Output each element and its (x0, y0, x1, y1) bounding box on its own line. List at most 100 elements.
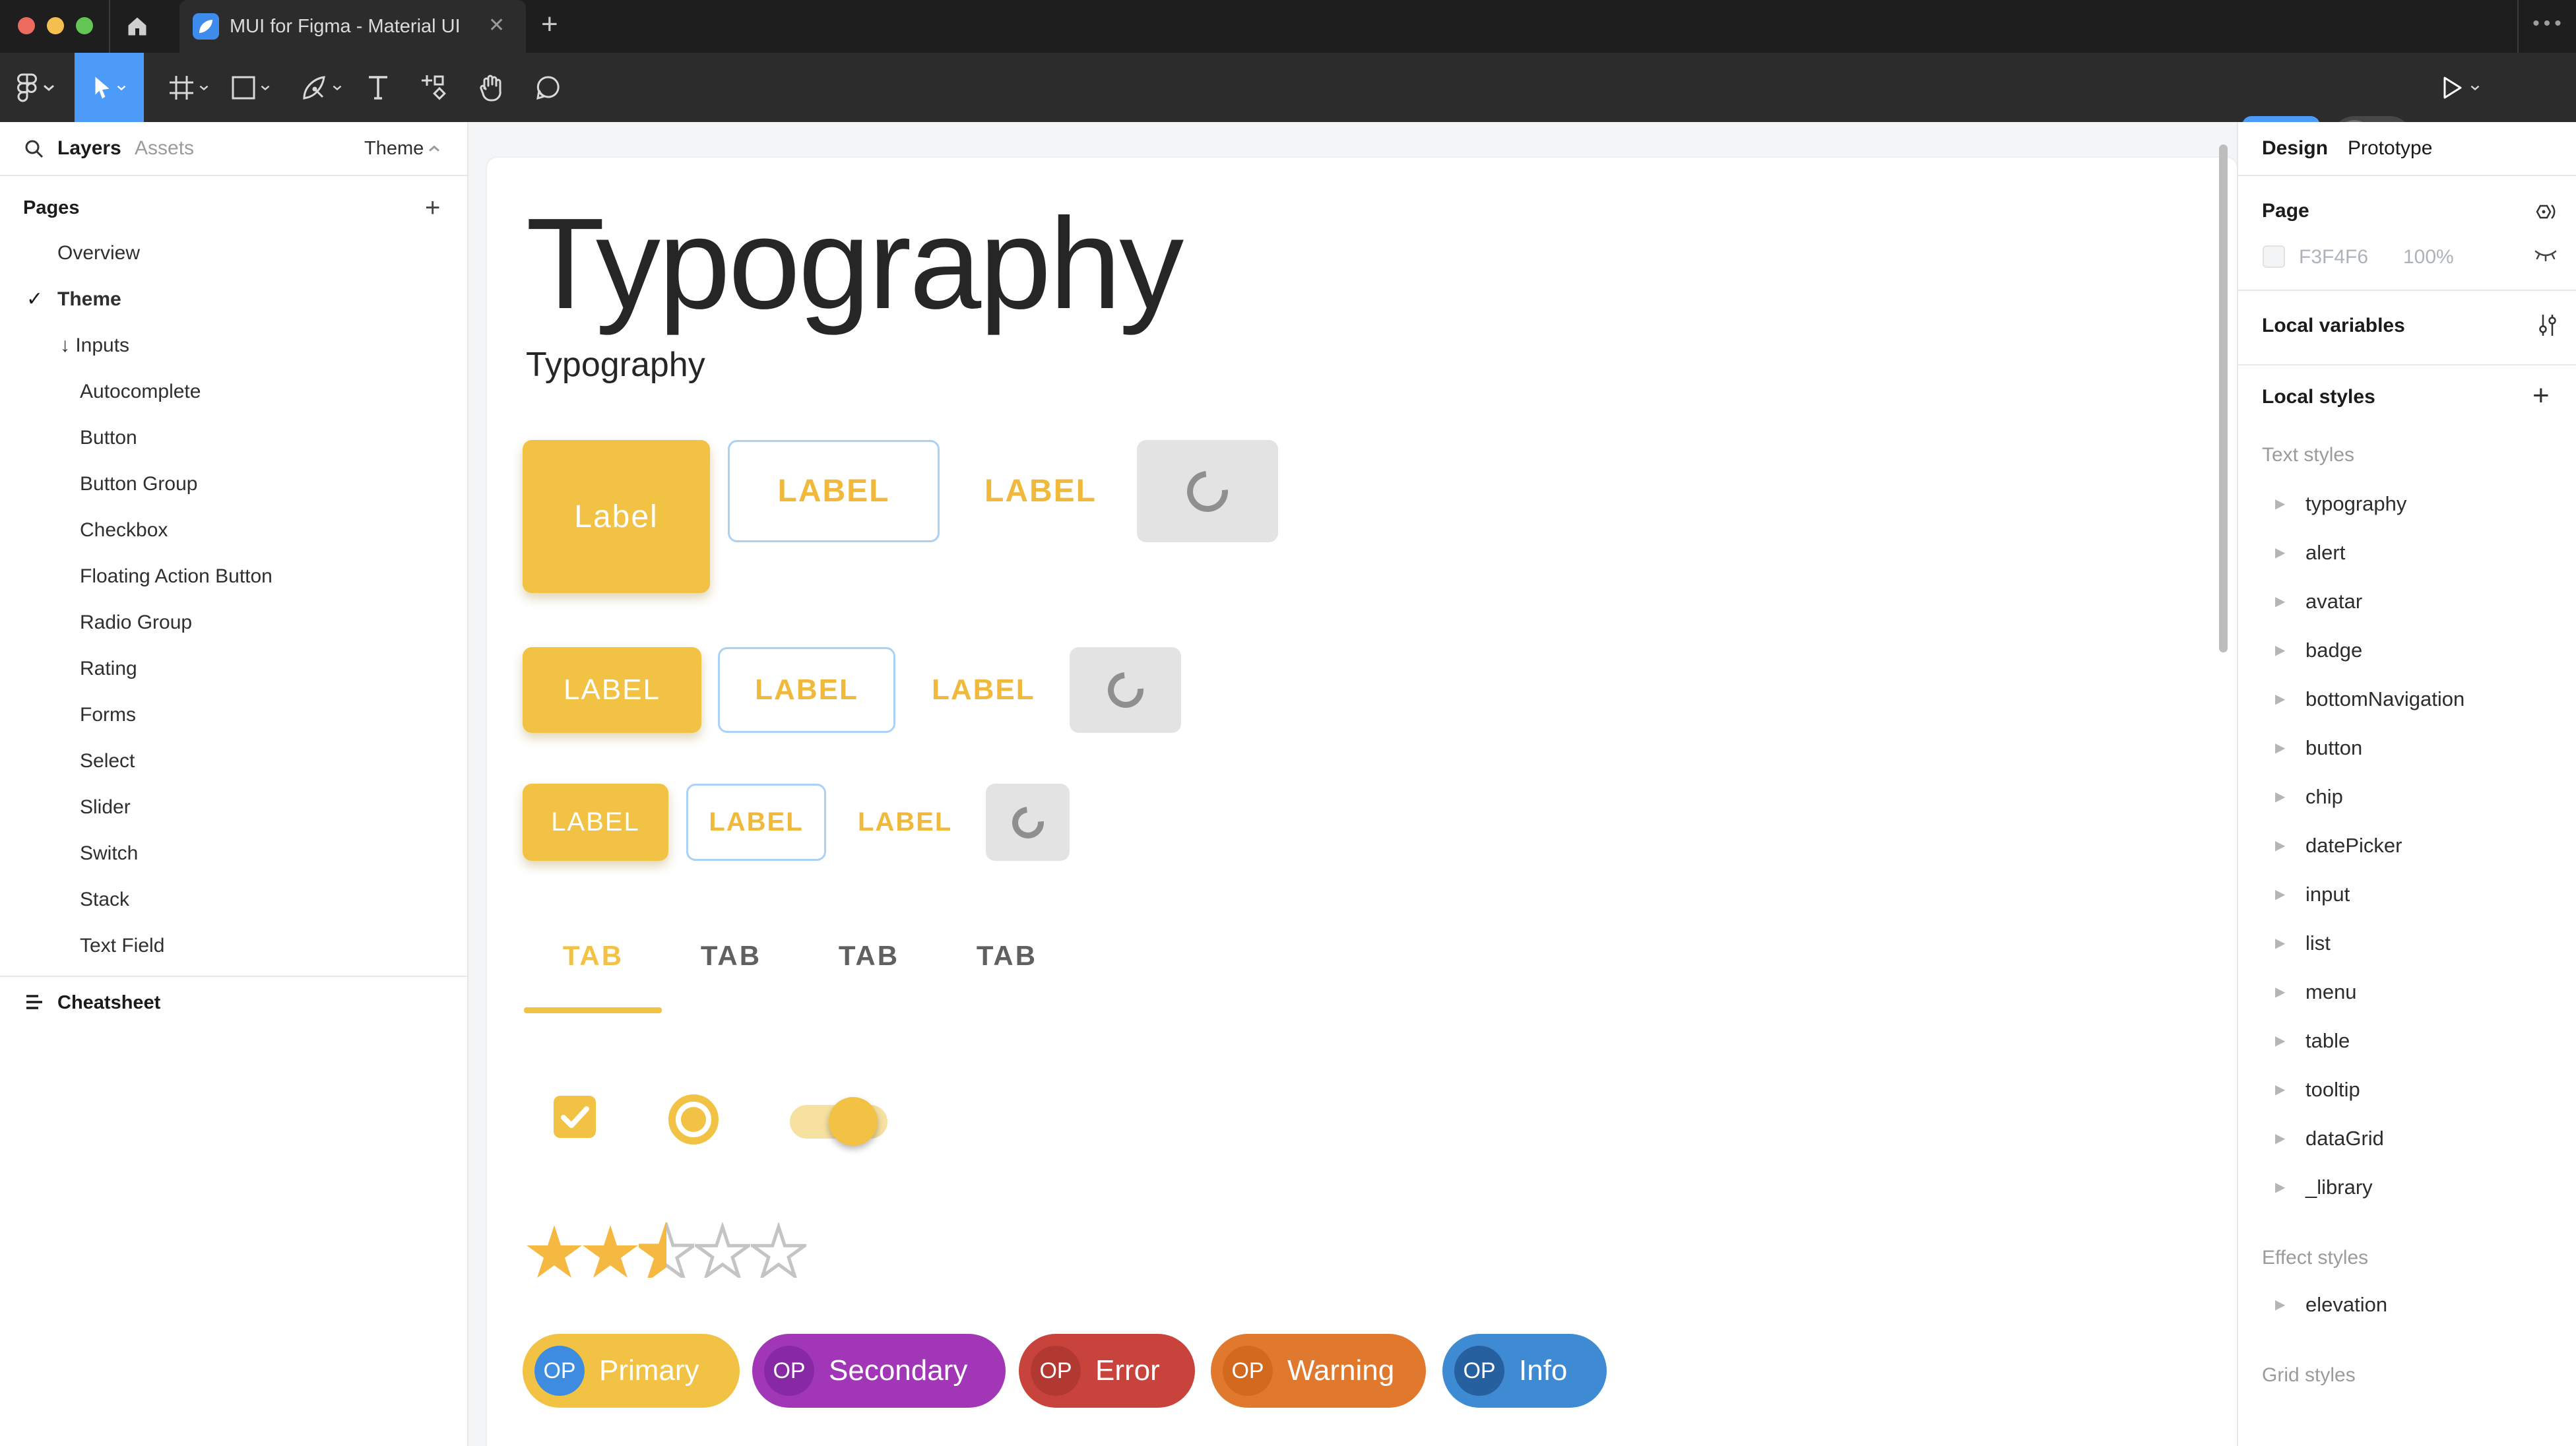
style-item-library[interactable]: ▶_library (2238, 1163, 2576, 1212)
style-item-list[interactable]: ▶list (2238, 919, 2576, 968)
disclosure-icon[interactable]: ▶ (2275, 480, 2285, 528)
switch-thumb[interactable] (829, 1097, 878, 1146)
chip-error[interactable]: OP Error (1019, 1334, 1195, 1408)
button-contained-medium[interactable]: LABEL (523, 647, 701, 733)
page-item-forms[interactable]: Forms (0, 692, 467, 738)
page-item-switch[interactable]: Switch (0, 831, 467, 877)
tab-assets[interactable]: Assets (135, 122, 194, 175)
disclosure-icon[interactable]: ▶ (2275, 675, 2285, 724)
disclosure-icon[interactable]: ▶ (2275, 1017, 2285, 1065)
style-item-avatar[interactable]: ▶avatar (2238, 577, 2576, 626)
disclosure-icon[interactable]: ▶ (2275, 528, 2285, 577)
button-contained-small[interactable]: LABEL (523, 784, 668, 861)
button-outlined-small[interactable]: LABEL (686, 784, 826, 861)
chevron-up-icon[interactable] (428, 144, 441, 153)
chip-secondary[interactable]: OP Secondary (752, 1334, 1006, 1408)
disclosure-icon[interactable]: ▶ (2275, 626, 2285, 675)
style-item-tooltip[interactable]: ▶tooltip (2238, 1065, 2576, 1114)
disclosure-icon[interactable]: ▶ (2275, 1114, 2285, 1163)
button-loading-medium[interactable] (1070, 647, 1181, 733)
star-half-icon[interactable] (639, 1222, 694, 1278)
style-item-alert[interactable]: ▶alert (2238, 528, 2576, 577)
present-button[interactable] (2435, 53, 2488, 122)
styles-icon[interactable] (2534, 200, 2558, 224)
button-contained-large[interactable]: Label (523, 440, 710, 593)
tab-prototype[interactable]: Prototype (2348, 122, 2432, 175)
tab-design[interactable]: Design (2262, 122, 2328, 175)
star-empty-icon[interactable] (695, 1222, 750, 1278)
button-loading-small[interactable] (986, 784, 1070, 861)
tab-close-icon[interactable]: ✕ (488, 0, 505, 53)
page-item-slider[interactable]: Slider (0, 784, 467, 831)
page-item-autocomplete[interactable]: Autocomplete (0, 369, 467, 415)
style-item-elevation[interactable]: ▶elevation (2238, 1280, 2576, 1329)
page-item-checkbox[interactable]: Checkbox (0, 507, 467, 553)
shape-tool[interactable] (219, 53, 282, 122)
page-item-stack[interactable]: Stack (0, 877, 467, 923)
variables-sliders-icon[interactable] (2536, 313, 2558, 337)
canvas-tab-2[interactable]: TAB (696, 940, 766, 972)
text-tool[interactable] (358, 53, 398, 122)
disclosure-icon[interactable]: ▶ (2275, 968, 2285, 1017)
chip-primary[interactable]: OP Primary (523, 1334, 740, 1408)
traffic-close-button[interactable] (18, 17, 35, 34)
search-icon[interactable] (24, 139, 45, 160)
traffic-minimize-button[interactable] (47, 17, 64, 34)
disclosure-icon[interactable]: ▶ (2275, 1065, 2285, 1114)
figma-main-menu[interactable] (13, 53, 59, 122)
page-item-radio-group[interactable]: Radio Group (0, 600, 467, 646)
button-outlined-medium[interactable]: LABEL (718, 647, 895, 733)
style-item-datepicker[interactable]: ▶datePicker (2238, 821, 2576, 870)
tab-layers[interactable]: Layers (57, 122, 121, 175)
canvas-tab-4[interactable]: TAB (972, 940, 1042, 972)
page-item-inputs[interactable]: ↓ Inputs (0, 323, 467, 369)
page-selector[interactable]: Theme (364, 122, 424, 175)
disclosure-icon[interactable]: ▶ (2275, 724, 2285, 772)
comment-tool[interactable] (527, 53, 570, 122)
button-text-small[interactable]: LABEL (858, 784, 950, 861)
star-full-icon[interactable] (527, 1222, 582, 1278)
disclosure-icon[interactable]: ▶ (2275, 1163, 2285, 1212)
chip-info[interactable]: OP Info (1442, 1334, 1607, 1408)
page-item-theme[interactable]: ✓Theme (0, 276, 467, 323)
star-full-icon[interactable] (583, 1222, 638, 1278)
disclosure-icon[interactable]: ▶ (2275, 870, 2285, 919)
file-tab[interactable]: MUI for Figma - Material UI ✕ (179, 0, 526, 53)
canvas-tab-active[interactable]: TAB (558, 940, 628, 972)
traffic-zoom-button[interactable] (76, 17, 93, 34)
disclosure-icon[interactable]: ▶ (2275, 577, 2285, 626)
style-item-input[interactable]: ▶input (2238, 870, 2576, 919)
page-item-rating[interactable]: Rating (0, 646, 467, 692)
style-item-typography[interactable]: ▶typography (2238, 480, 2576, 528)
frame-tool[interactable] (156, 53, 222, 122)
window-overflow-menu[interactable]: ••• (2522, 0, 2576, 53)
canvas-scrollbar[interactable] (2219, 144, 2228, 652)
page-color-opacity[interactable]: 100% (2403, 234, 2454, 280)
button-text-medium[interactable]: LABEL (932, 647, 1037, 733)
eye-closed-icon[interactable] (2534, 246, 2558, 266)
style-item-datagrid[interactable]: ▶dataGrid (2238, 1114, 2576, 1163)
add-style-button[interactable]: + (2532, 374, 2550, 420)
cheatsheet-row[interactable]: Cheatsheet (0, 977, 467, 1028)
style-item-button[interactable]: ▶button (2238, 724, 2576, 772)
checkbox-checked[interactable] (554, 1096, 596, 1138)
add-page-button[interactable]: + (425, 185, 440, 231)
disclosure-icon[interactable]: ▶ (2275, 772, 2285, 821)
page-color-value[interactable]: F3F4F6 (2299, 234, 2368, 280)
style-item-menu[interactable]: ▶menu (2238, 968, 2576, 1017)
style-item-chip[interactable]: ▶chip (2238, 772, 2576, 821)
page-item-overview[interactable]: Overview (0, 230, 467, 276)
button-outlined-large[interactable]: LABEL (728, 440, 940, 542)
button-loading-large[interactable] (1137, 440, 1278, 542)
home-icon[interactable] (125, 15, 149, 38)
style-item-badge[interactable]: ▶badge (2238, 626, 2576, 675)
disclosure-icon[interactable]: ▶ (2275, 1280, 2285, 1329)
page-item-text-field[interactable]: Text Field (0, 923, 467, 969)
page-item-button[interactable]: Button (0, 415, 467, 461)
hand-tool[interactable] (470, 53, 513, 122)
style-item-bottomnavigation[interactable]: ▶bottomNavigation (2238, 675, 2576, 724)
page-item-button-group[interactable]: Button Group (0, 461, 467, 507)
resources-tool[interactable] (412, 53, 456, 122)
pen-tool[interactable] (289, 53, 355, 122)
disclosure-icon[interactable]: ▶ (2275, 919, 2285, 968)
